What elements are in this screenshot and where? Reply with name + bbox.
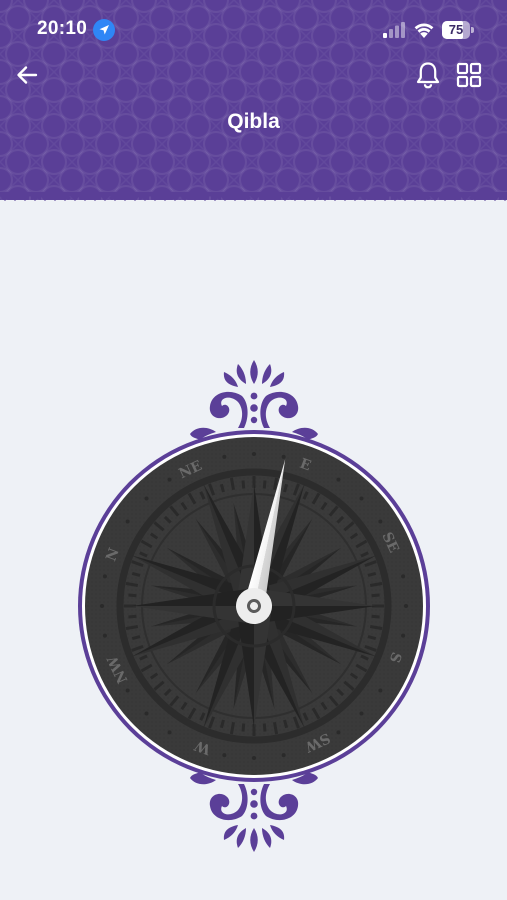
- menu-grid-button[interactable]: [456, 62, 482, 88]
- dial-dot: [252, 452, 256, 456]
- dial-dot: [404, 604, 408, 608]
- dial-tick: [219, 483, 225, 493]
- dial-dot: [359, 711, 364, 716]
- battery-icon: 75: [442, 21, 475, 39]
- battery-tip: [471, 27, 474, 33]
- dial-tick: [131, 571, 141, 577]
- dial-tick: [125, 625, 139, 631]
- dial-dot: [401, 574, 406, 579]
- back-button[interactable]: [14, 62, 40, 88]
- bottom-ornament: [190, 772, 318, 852]
- dial-tick: [371, 614, 380, 619]
- header-scallop-edge: [0, 192, 507, 204]
- dial-dot: [359, 496, 364, 501]
- dial-dot: [167, 730, 172, 735]
- dial-dot: [125, 688, 130, 693]
- dial-tick: [369, 625, 383, 631]
- dial-tick: [367, 571, 377, 577]
- notifications-button[interactable]: [414, 60, 442, 90]
- dial-dot: [144, 711, 149, 716]
- dial-tick: [125, 581, 139, 587]
- page-title: Qibla: [227, 110, 280, 133]
- top-ornament: [190, 360, 318, 440]
- dial-tick: [128, 593, 137, 598]
- dial-tick: [367, 635, 377, 641]
- wifi-icon: [414, 23, 434, 38]
- dial-dot: [222, 454, 227, 459]
- dial-dot: [378, 519, 383, 524]
- dial-dot: [167, 477, 172, 482]
- dial-tick: [371, 593, 380, 598]
- dial-dot: [102, 633, 107, 638]
- back-arrow-icon: [17, 66, 38, 84]
- header: 20:10 75 Qibla: [0, 0, 507, 200]
- dial-dot: [401, 633, 406, 638]
- dial-tick: [219, 719, 225, 729]
- status-bar: 20:10 75: [0, 0, 507, 58]
- dial-dot: [281, 753, 286, 758]
- dial-tick: [262, 480, 267, 489]
- dial-dot: [125, 519, 130, 524]
- dial-dot: [100, 604, 104, 608]
- dial-dot: [336, 730, 341, 735]
- dial-tick: [229, 721, 235, 735]
- status-time: 20:10: [37, 18, 88, 39]
- qibla-compass: E SE S SW W NW N NE: [70, 356, 438, 856]
- dial-tick: [283, 719, 289, 729]
- dial-dot: [336, 477, 341, 482]
- dial-tick: [128, 614, 137, 619]
- dial-dot: [222, 753, 227, 758]
- compass-svg: ESESSWWNWNNE: [78, 360, 430, 852]
- dial-tick: [273, 721, 279, 735]
- dial-tick: [262, 723, 267, 732]
- dial-tick: [283, 483, 289, 493]
- dial-tick: [131, 635, 141, 641]
- dial-tick: [369, 581, 383, 587]
- dial-dot: [102, 574, 107, 579]
- location-arrow-icon: [93, 19, 115, 41]
- grid-icon: [456, 62, 482, 88]
- dial-dot: [281, 454, 286, 459]
- dial-dot: [378, 688, 383, 693]
- bell-icon: [416, 62, 440, 89]
- dial-dot: [252, 756, 256, 760]
- dial-dot: [144, 496, 149, 501]
- dial-tick: [241, 723, 246, 732]
- battery-percent: 75: [448, 22, 464, 37]
- dial-tick: [241, 480, 246, 489]
- dial-tick: [273, 477, 279, 491]
- dial-tick: [229, 477, 235, 491]
- signal-icon: [383, 22, 405, 38]
